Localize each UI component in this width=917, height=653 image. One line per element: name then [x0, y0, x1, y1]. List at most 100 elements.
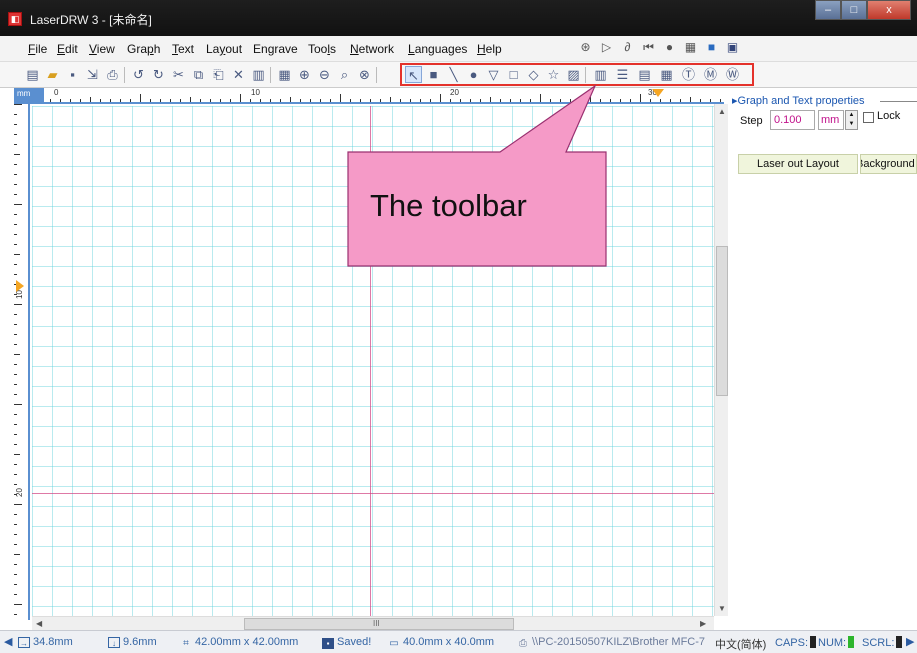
ruler-tick	[190, 97, 191, 102]
paste-icon[interactable]: ⎗	[210, 66, 227, 83]
ruler-tick	[330, 99, 331, 102]
stop-icon[interactable]: ⏮	[641, 40, 656, 55]
horizontal-scrollbar[interactable]: ◀ III ▶	[32, 616, 714, 630]
laser-out-layout-button[interactable]: Laser out Layout	[738, 154, 858, 174]
redo-icon[interactable]: ↻	[150, 66, 167, 83]
engrave-controls: ⊛ ▷ ∂ ⏮ ● ▦ ■ ▣	[578, 40, 740, 55]
ruler-tick	[690, 97, 691, 102]
callout-text: The toolbar	[370, 188, 527, 223]
ruler-tick	[14, 214, 17, 215]
record-icon[interactable]: ●	[662, 40, 677, 55]
ruler-tick	[14, 194, 17, 195]
play-icon[interactable]: ▷	[599, 40, 614, 55]
menu-file[interactable]: File	[28, 42, 47, 56]
undo-icon[interactable]: ↺	[130, 66, 147, 83]
scroll-left-icon[interactable]: ◀	[36, 619, 42, 628]
status-scrl: SCRL:	[862, 636, 903, 649]
open-folder-icon[interactable]: ▰	[44, 66, 61, 83]
scroll-right-icon[interactable]: ▶	[700, 619, 706, 628]
ruler-tick	[150, 99, 151, 102]
maximize-button[interactable]: □	[841, 0, 867, 20]
ruler-tick	[200, 99, 201, 102]
ruler-tick	[14, 444, 17, 445]
step-spinner[interactable]: ▲ ▼	[845, 110, 858, 130]
vertical-scrollbar[interactable]: ▲ ▼	[714, 104, 728, 616]
zoom-reset-icon[interactable]: ⊗	[356, 66, 373, 83]
ruler-tick	[160, 99, 161, 102]
background-button[interactable]: Background	[860, 154, 917, 174]
ruler-label: 0	[54, 88, 59, 97]
pause-icon[interactable]: ∂	[620, 40, 635, 55]
ruler-tick	[14, 154, 20, 155]
status-right-arrow-icon[interactable]: ▶	[906, 635, 914, 648]
zoom-in-icon[interactable]: ⊕	[296, 66, 313, 83]
status-left-arrow-icon[interactable]: ◀	[4, 635, 12, 648]
properties-icon[interactable]: ▥	[250, 66, 267, 83]
unit-field[interactable]: mm	[818, 110, 844, 130]
ruler-tick	[14, 604, 22, 605]
ruler-tick	[280, 99, 281, 102]
ruler-tick	[14, 414, 17, 415]
ruler-tick	[14, 164, 17, 165]
ruler-tick	[14, 134, 17, 135]
panel-divider	[880, 101, 917, 102]
menu-engrave[interactable]: Engrave	[253, 42, 298, 56]
panel-header[interactable]: ▸Graph and Text properties	[732, 94, 865, 107]
page-boundary-horizontal	[32, 493, 714, 494]
new-file-icon[interactable]: ▤	[24, 66, 41, 83]
save-icon[interactable]: ▪	[64, 66, 81, 83]
page-icon: ▭	[389, 638, 399, 649]
cut-icon[interactable]: ✂	[170, 66, 187, 83]
ruler-tick	[14, 184, 17, 185]
vertical-scroll-thumb[interactable]	[716, 246, 728, 396]
lock-checkbox[interactable]	[863, 112, 874, 123]
ruler-tick	[14, 564, 17, 565]
delete-icon[interactable]: ✕	[230, 66, 247, 83]
zoom-out-icon[interactable]: ⊖	[316, 66, 333, 83]
print-icon[interactable]: ⎙	[104, 66, 121, 83]
menu-layout[interactable]: Layout	[206, 42, 242, 56]
menu-view[interactable]: View	[89, 42, 115, 56]
ruler-tick	[14, 144, 17, 145]
copy-icon[interactable]: ⧉	[190, 66, 207, 83]
menu-edit[interactable]: Edit	[57, 42, 78, 56]
device-icon[interactable]: ■	[704, 40, 719, 55]
ruler-tick	[70, 99, 71, 102]
import-icon[interactable]: ⇲	[84, 66, 101, 83]
reset-icon[interactable]: ⊛	[578, 40, 593, 55]
menu-tools[interactable]: Tools	[308, 42, 336, 56]
zoom-fit-icon[interactable]: ⌕	[336, 66, 353, 83]
ruler-tick	[14, 334, 17, 335]
close-button[interactable]: x	[867, 0, 911, 20]
ruler-tick	[250, 99, 251, 102]
ruler-tick	[14, 254, 20, 255]
ruler-position-marker[interactable]	[652, 89, 664, 97]
minimize-button[interactable]: –	[815, 0, 841, 20]
menu-help[interactable]: Help	[477, 42, 502, 56]
ruler-tick	[650, 99, 651, 102]
ruler-tick	[14, 594, 17, 595]
scroll-grip: III	[373, 619, 380, 628]
menu-text[interactable]: Text	[172, 42, 194, 56]
ruler-position-marker[interactable]	[16, 280, 24, 292]
scroll-up-icon[interactable]: ▲	[718, 107, 726, 116]
ruler-tick	[14, 474, 17, 475]
ruler-tick	[110, 99, 111, 102]
ruler-tick	[14, 264, 17, 265]
ruler-tick	[230, 99, 231, 102]
view-all-icon[interactable]: ▦	[276, 66, 293, 83]
ruler-tick	[14, 364, 17, 365]
ruler-tick	[680, 99, 681, 102]
menu-graph[interactable]: Graph	[127, 42, 160, 56]
app-icon: ◧	[8, 12, 22, 26]
grid-icon[interactable]: ▦	[683, 40, 698, 55]
scroll-down-icon[interactable]: ▼	[718, 604, 726, 613]
horizontal-scroll-thumb[interactable]: III	[244, 618, 514, 630]
menu-languages[interactable]: Languages	[408, 42, 467, 56]
monitor-icon[interactable]: ▣	[725, 40, 740, 55]
ruler-tick	[670, 99, 671, 102]
menu-network[interactable]: Network	[350, 42, 394, 56]
toolbar-highlight-box	[400, 63, 754, 86]
step-input[interactable]	[770, 110, 815, 130]
ruler-tick	[14, 234, 17, 235]
